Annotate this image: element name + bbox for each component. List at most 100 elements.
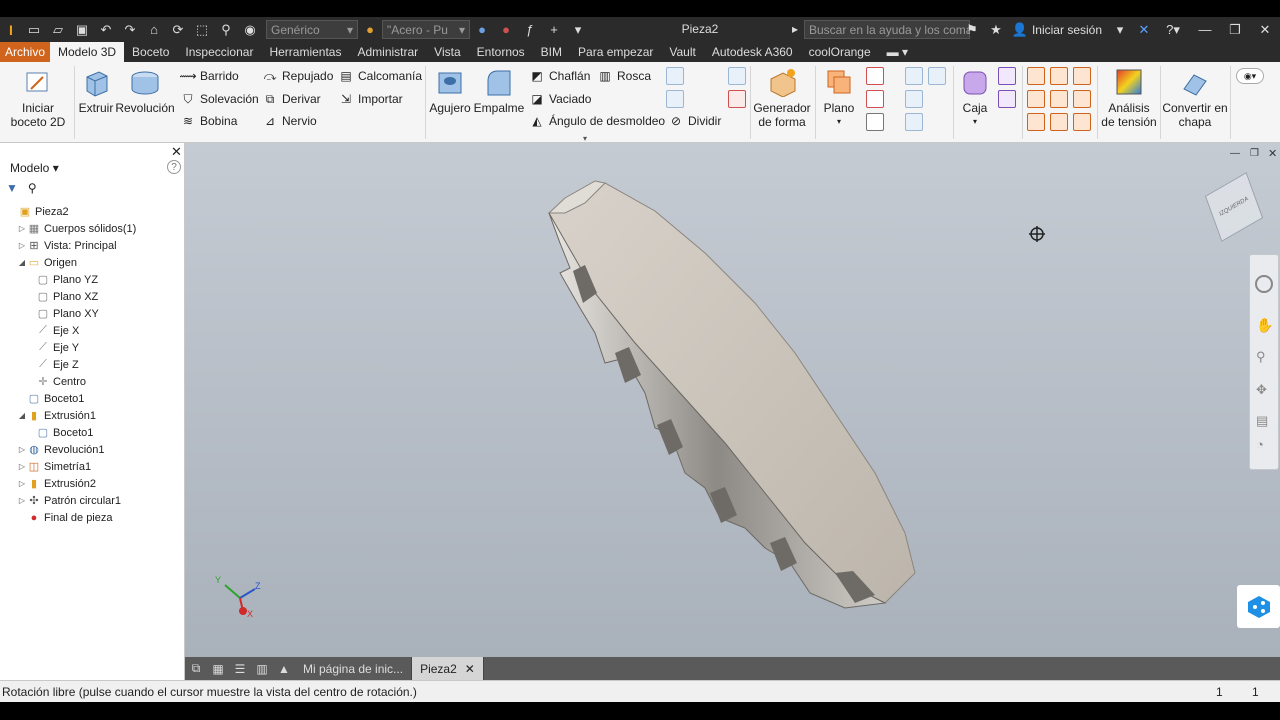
- orbit-icon[interactable]: ✥: [1256, 382, 1267, 398]
- shape-generator-button[interactable]: Generador de forma: [753, 66, 811, 129]
- clear-override-icon[interactable]: ●: [496, 20, 516, 40]
- expand-arrow-icon[interactable]: ◢: [17, 258, 27, 267]
- surface-replace-icon[interactable]: [1073, 90, 1091, 108]
- tree-item[interactable]: ▷ ⊞ Vista: Principal: [0, 237, 185, 254]
- chamfer-button[interactable]: ◩ Chaflán: [529, 68, 590, 84]
- help-icon[interactable]: ?▾: [1158, 20, 1188, 40]
- tab-autodesk-a360[interactable]: Autodesk A360: [704, 42, 801, 62]
- axis-icon[interactable]: [866, 67, 884, 85]
- split-button[interactable]: ⊘ Dividir: [668, 113, 721, 129]
- tile-icon[interactable]: ⧉: [185, 657, 207, 680]
- sweep-button[interactable]: ⟿ Barrido: [179, 68, 238, 84]
- inventor-logo-icon[interactable]: I: [0, 17, 22, 42]
- browser-title[interactable]: Modelo ▾: [10, 161, 59, 175]
- tab-vault[interactable]: Vault: [661, 42, 703, 62]
- steering-wheel-icon[interactable]: [1255, 275, 1273, 293]
- grid-icon[interactable]: ▦: [207, 657, 229, 680]
- tab-vista[interactable]: Vista: [426, 42, 468, 62]
- ucs-icon[interactable]: [866, 113, 884, 131]
- tree-item[interactable]: ▷ ✣ Patrón circular1: [0, 492, 185, 509]
- surface-ruled-icon[interactable]: [1050, 113, 1068, 131]
- home-icon[interactable]: ⌂: [144, 20, 164, 40]
- panel-expand-icon[interactable]: ▾: [583, 134, 587, 143]
- surface-repair-icon[interactable]: [1027, 113, 1045, 131]
- view-face-icon[interactable]: ◔: [1256, 437, 1264, 452]
- ribbon-options-icon[interactable]: ◉▾: [1236, 68, 1264, 84]
- update-icon[interactable]: ⟳: [168, 20, 188, 40]
- binoculars-icon[interactable]: ⚲: [28, 181, 37, 195]
- tab-inspeccionar[interactable]: Inspeccionar: [177, 42, 261, 62]
- expand-arrow-icon[interactable]: ▷: [17, 496, 27, 505]
- select-icon[interactable]: ⬚: [192, 20, 212, 40]
- filter-icon[interactable]: ▼: [6, 181, 18, 195]
- fillet-button[interactable]: Empalme: [474, 66, 524, 115]
- thread-button[interactable]: ▥ Rosca: [597, 68, 651, 84]
- expand-arrow-icon[interactable]: ▷: [17, 445, 27, 454]
- expand-arrow-icon[interactable]: ▷: [17, 241, 27, 250]
- tree-item[interactable]: ▣ Pieza2: [0, 203, 185, 220]
- tab-archivo[interactable]: Archivo: [0, 42, 51, 62]
- chevron-down-icon[interactable]: ▾: [1110, 20, 1130, 40]
- surface-patch-icon[interactable]: [1050, 67, 1068, 85]
- loft-button[interactable]: ⛉ Solevación: [180, 91, 258, 107]
- import-button[interactable]: ⇲ Importar: [338, 91, 403, 107]
- tree-item[interactable]: ▷ ◫ Simetría1: [0, 458, 185, 475]
- tree-item[interactable]: ▢ Boceto1: [0, 390, 185, 407]
- rib-button[interactable]: ⊿ Nervio: [262, 113, 317, 129]
- tab-administrar[interactable]: Administrar: [349, 42, 426, 62]
- copy-object-icon[interactable]: [728, 67, 746, 85]
- appearance-icon[interactable]: ◉: [240, 20, 260, 40]
- tab-bim[interactable]: BIM: [533, 42, 570, 62]
- tree-item[interactable]: ● Final de pieza: [0, 509, 185, 526]
- decal-button[interactable]: ▤ Calcomanía: [338, 68, 422, 84]
- viewport-close-icon[interactable]: ✕: [1268, 147, 1277, 160]
- tree-item[interactable]: ▷ ◍ Revolución1: [0, 441, 185, 458]
- restore-icon[interactable]: ❐: [1220, 17, 1250, 42]
- triangle-up-icon[interactable]: ▲: [273, 657, 295, 680]
- tab-coolorange[interactable]: coolOrange: [801, 42, 879, 62]
- tab-boceto[interactable]: Boceto: [124, 42, 177, 62]
- look-at-icon[interactable]: ▤: [1256, 413, 1268, 429]
- draft-button[interactable]: ◭ Ángulo de desmoldeo: [529, 113, 665, 129]
- tree-item[interactable]: ⟋ Eje Y: [0, 339, 185, 356]
- sign-in-link[interactable]: Iniciar sesión: [1032, 23, 1102, 37]
- extrude-button[interactable]: Extruir: [78, 66, 114, 115]
- tree-item[interactable]: ⟋ Eje Z: [0, 356, 185, 373]
- graphics-viewport[interactable]: Y Z X IZQUIERDA — ❐ ✕ ✋ ⚲ ✥ ▤ ◔: [185, 143, 1280, 657]
- binoculars-icon[interactable]: ⚑: [962, 20, 982, 40]
- exchange-icon[interactable]: ✕: [1134, 20, 1154, 40]
- combine-icon[interactable]: [666, 67, 684, 85]
- add-icon[interactable]: +: [544, 20, 564, 40]
- start-sketch-button[interactable]: Iniciar boceto 2D: [8, 66, 68, 129]
- close-icon[interactable]: ✕: [465, 662, 475, 676]
- surface-trim-icon[interactable]: [1027, 90, 1045, 108]
- derive-button[interactable]: ⧉ Derivar: [262, 91, 321, 107]
- rect-pattern-icon[interactable]: [905, 67, 923, 85]
- minimize-icon[interactable]: —: [1190, 17, 1220, 42]
- tab-herramientas[interactable]: Herramientas: [261, 42, 349, 62]
- adjust-icon[interactable]: ●: [472, 20, 492, 40]
- tree-item[interactable]: ▢ Plano XY: [0, 305, 185, 322]
- vertical-split-icon[interactable]: ▥: [251, 657, 273, 680]
- qa-customize-icon[interactable]: ▾: [568, 20, 588, 40]
- expand-arrow-icon[interactable]: ▷: [17, 462, 27, 471]
- close-icon[interactable]: ✕: [1250, 17, 1280, 42]
- save-icon[interactable]: ▣: [72, 20, 92, 40]
- expand-arrow-icon[interactable]: ▷: [17, 479, 27, 488]
- pan-icon[interactable]: ✋: [1256, 317, 1273, 334]
- tab-overflow-icon[interactable]: ▬ ▾: [879, 42, 916, 62]
- shell-button[interactable]: ◪ Vaciado: [529, 91, 591, 107]
- chevron-right-icon[interactable]: ▸: [792, 22, 798, 36]
- open-file-icon[interactable]: ▱: [48, 20, 68, 40]
- convert-sheet-button[interactable]: Convertir en chapa: [1162, 66, 1228, 129]
- coil-button[interactable]: ≋ Bobina: [180, 113, 237, 129]
- color-override-icon[interactable]: ●: [360, 20, 380, 40]
- close-icon[interactable]: ✕: [171, 144, 182, 160]
- stress-analysis-button[interactable]: Análisis de tensión: [1100, 66, 1158, 129]
- mirror-icon[interactable]: [928, 67, 946, 85]
- viewport-minimize-icon[interactable]: —: [1230, 148, 1240, 159]
- material-select[interactable]: "Acero - Pu ▾: [382, 20, 470, 39]
- tree-item[interactable]: ▢ Plano XZ: [0, 288, 185, 305]
- tree-item[interactable]: ⟋ Eje X: [0, 322, 185, 339]
- tab-entornos[interactable]: Entornos: [469, 42, 533, 62]
